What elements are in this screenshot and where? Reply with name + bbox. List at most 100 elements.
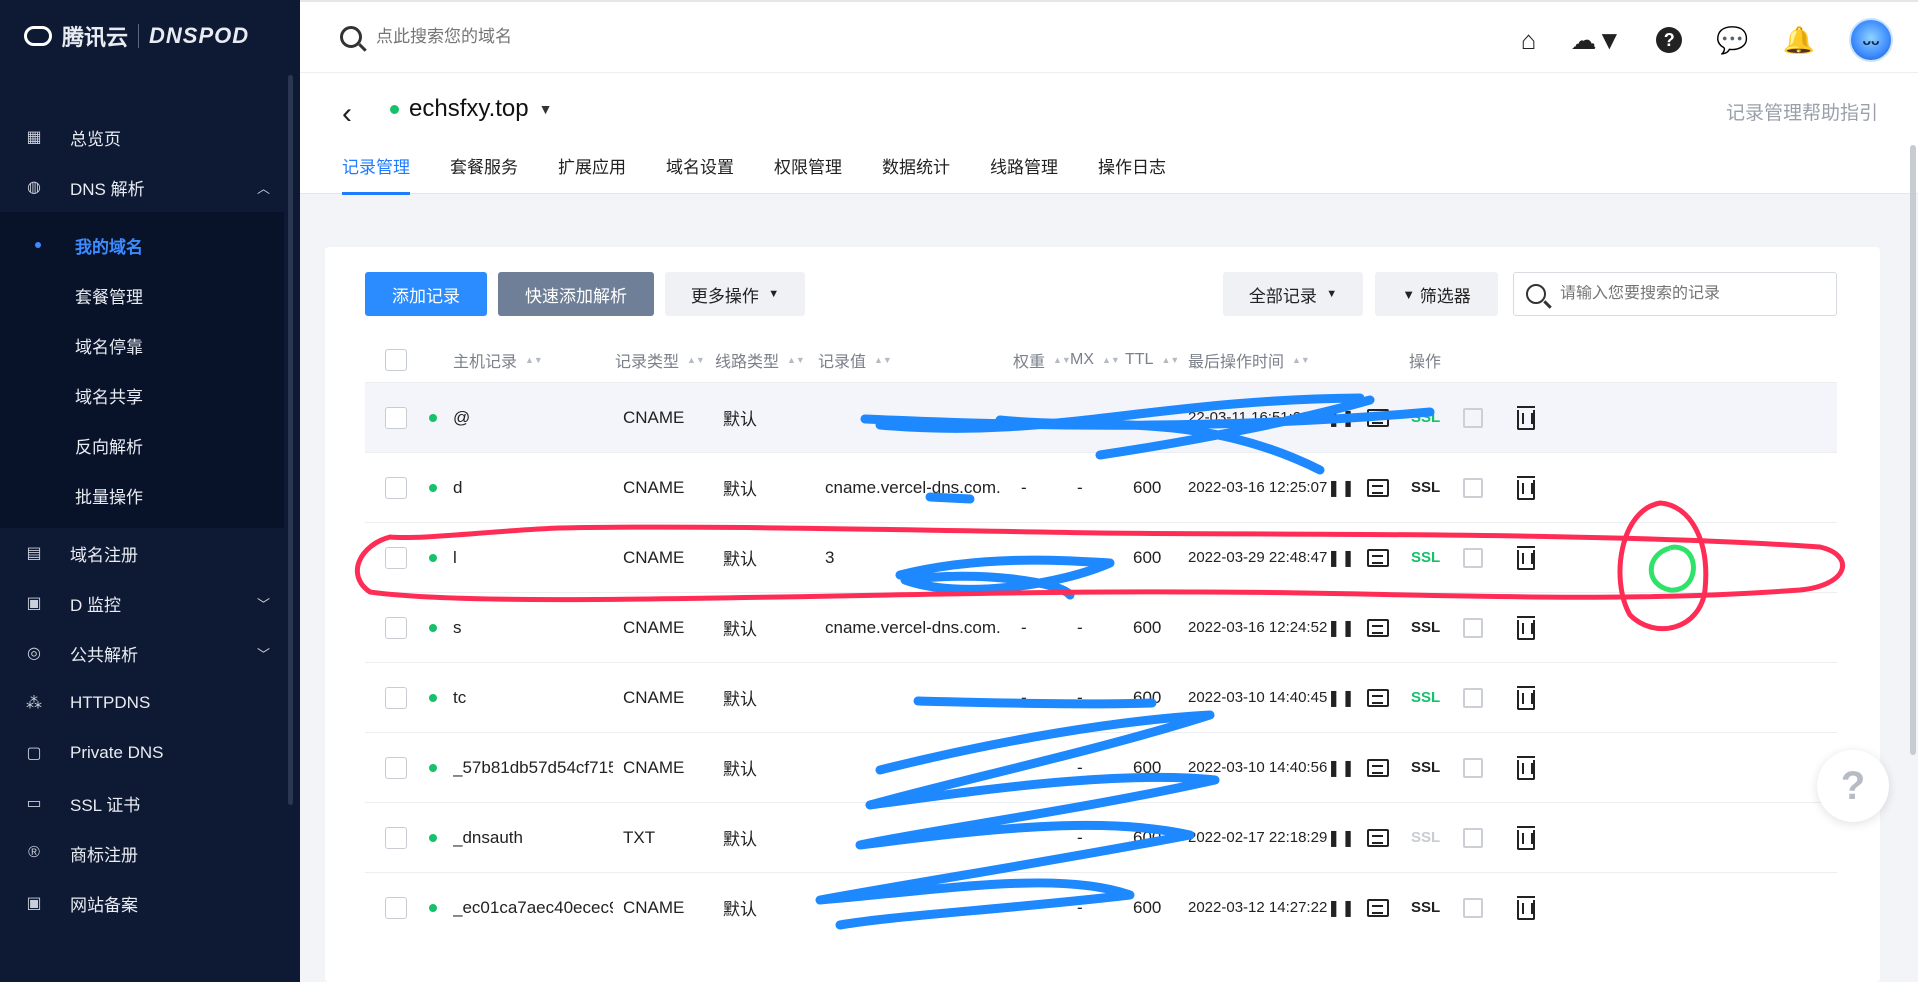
- row-checkbox[interactable]: [385, 896, 407, 919]
- wechat-icon[interactable]: 💬: [1716, 25, 1748, 56]
- filter-button[interactable]: ▼ 筛选器: [1375, 272, 1498, 316]
- monitor-icon[interactable]: [1367, 828, 1389, 847]
- monitor-icon[interactable]: [1367, 408, 1389, 427]
- tab[interactable]: 套餐服务: [450, 153, 518, 195]
- pause-icon[interactable]: ❚❚: [1327, 688, 1356, 708]
- ssl-button[interactable]: SSL: [1411, 619, 1440, 636]
- add-record-button[interactable]: 添加记录: [365, 272, 487, 316]
- sidebar-subitem[interactable]: 域名停靠: [0, 320, 284, 370]
- sidebar-subitem[interactable]: 批量操作: [0, 470, 284, 520]
- pause-icon[interactable]: ❚❚: [1327, 548, 1356, 568]
- sidebar-item[interactable]: ® 商标注册: [0, 828, 300, 878]
- ssl-button[interactable]: SSL: [1411, 829, 1440, 846]
- table-row[interactable]: l CNAME 默认 3 - - 600 2022-03-29 22:48:47 ❚❚ SSL: [365, 522, 1837, 592]
- sidebar-item[interactable]: ▦ 总览页: [0, 112, 300, 162]
- trash-icon[interactable]: [1517, 895, 1535, 920]
- monitor-icon[interactable]: [1367, 758, 1389, 777]
- header-mx[interactable]: MX ▲▼: [1070, 337, 1120, 382]
- ssl-button[interactable]: SSL: [1411, 759, 1440, 776]
- ssl-button[interactable]: SSL: [1411, 549, 1440, 566]
- edit-note-icon[interactable]: [1463, 617, 1483, 638]
- row-checkbox[interactable]: [385, 546, 407, 569]
- tab[interactable]: 权限管理: [774, 153, 842, 195]
- header-host[interactable]: 主机记录 ▲▼: [453, 337, 543, 382]
- select-all-checkbox[interactable]: [385, 348, 407, 371]
- sidebar-subitem[interactable]: 反向解析: [0, 420, 284, 470]
- monitor-icon[interactable]: [1367, 618, 1389, 637]
- tab[interactable]: 扩展应用: [558, 153, 626, 195]
- page-scrollbar[interactable]: [1910, 145, 1916, 755]
- cloud-menu-icon[interactable]: ☁ ▼: [1571, 25, 1623, 56]
- edit-note-icon[interactable]: [1463, 827, 1483, 848]
- ssl-button[interactable]: SSL: [1411, 409, 1440, 426]
- header-line[interactable]: 线路类型 ▲▼: [715, 337, 805, 382]
- tab[interactable]: 线路管理: [990, 153, 1058, 195]
- sidebar-subitem[interactable]: 我的域名: [0, 220, 284, 270]
- sidebar-item[interactable]: ⁂ HTTPDNS: [0, 678, 300, 728]
- logo[interactable]: 腾讯云 DNSPOD: [0, 0, 300, 72]
- back-icon[interactable]: ‹: [342, 97, 352, 131]
- quick-add-button[interactable]: 快速添加解析: [498, 272, 654, 316]
- record-search[interactable]: [1513, 272, 1837, 316]
- edit-note-icon[interactable]: [1463, 477, 1483, 498]
- sidebar-item[interactable]: ◍ DNS 解析 ︿: [0, 162, 300, 212]
- table-row[interactable]: tc CNAME 默认 - - 600 2022-03-10 14:40:45 ❚❚ SSL: [365, 662, 1837, 732]
- edit-note-icon[interactable]: [1463, 407, 1483, 428]
- pause-icon[interactable]: ❚❚: [1327, 618, 1356, 638]
- header-type[interactable]: 记录类型 ▲▼: [615, 337, 705, 382]
- trash-icon[interactable]: [1517, 615, 1535, 640]
- table-row[interactable]: d CNAME 默认 cname.vercel-dns.com. - -600 2022-0…: [365, 452, 1837, 522]
- edit-note-icon[interactable]: [1463, 687, 1483, 708]
- sidebar-subitem[interactable]: 域名共享: [0, 370, 284, 420]
- monitor-icon[interactable]: [1367, 898, 1389, 917]
- ssl-button[interactable]: SSL: [1411, 689, 1440, 706]
- trash-icon[interactable]: [1517, 755, 1535, 780]
- monitor-icon[interactable]: [1367, 478, 1389, 497]
- pause-icon[interactable]: ❚❚: [1327, 408, 1356, 428]
- domain-search-input[interactable]: [376, 27, 776, 47]
- sidebar-scrollbar[interactable]: [288, 75, 293, 805]
- sidebar-item[interactable]: ▤ 域名注册: [0, 528, 300, 578]
- row-checkbox[interactable]: [385, 476, 407, 499]
- sidebar-item[interactable]: ▣ 网站备案: [0, 878, 300, 928]
- sidebar-item[interactable]: ▭ SSL 证书: [0, 778, 300, 828]
- all-records-dropdown[interactable]: 全部记录 ▼: [1223, 272, 1363, 316]
- row-checkbox[interactable]: [385, 756, 407, 779]
- row-checkbox[interactable]: [385, 406, 407, 429]
- floating-help-button[interactable]: ?: [1817, 750, 1889, 822]
- table-row[interactable]: _57b81db57d54cf715… CNAME 默认 - - 600 2022-03-1…: [365, 732, 1837, 802]
- trash-icon[interactable]: [1517, 405, 1535, 430]
- pause-icon[interactable]: ❚❚: [1327, 898, 1356, 918]
- header-time[interactable]: 最后操作时间 ▲▼: [1188, 337, 1310, 382]
- trash-icon[interactable]: [1517, 545, 1535, 570]
- help-guide-link[interactable]: 记录管理帮助指引: [1726, 98, 1878, 125]
- trash-icon[interactable]: [1517, 685, 1535, 710]
- trash-icon[interactable]: [1517, 475, 1535, 500]
- edit-note-icon[interactable]: [1463, 547, 1483, 568]
- help-icon[interactable]: ?: [1656, 27, 1683, 53]
- sidebar-item[interactable]: ▣ D 监控 ﹀: [0, 578, 300, 628]
- pause-icon[interactable]: ❚❚: [1327, 758, 1356, 778]
- monitor-icon[interactable]: [1367, 548, 1389, 567]
- tab[interactable]: 记录管理: [342, 153, 410, 195]
- tab[interactable]: 操作日志: [1098, 153, 1166, 195]
- edit-note-icon[interactable]: [1463, 757, 1483, 778]
- tab[interactable]: 域名设置: [666, 153, 734, 195]
- monitor-icon[interactable]: [1367, 688, 1389, 707]
- row-checkbox[interactable]: [385, 616, 407, 639]
- table-row[interactable]: _dnsauth TXT 默认 - 600 2022-02-17 22:18:29 ❚❚ SS…: [365, 802, 1837, 872]
- sidebar-item[interactable]: ▢ Private DNS: [0, 728, 300, 778]
- header-ttl[interactable]: TTL ▲▼: [1125, 337, 1179, 382]
- table-row[interactable]: s CNAME 默认 cname.vercel-dns.com. - -600 2022-0…: [365, 592, 1837, 662]
- pause-icon[interactable]: ❚❚: [1327, 478, 1356, 498]
- domain-selector[interactable]: echsfxy.top ▼: [390, 95, 552, 123]
- record-search-input[interactable]: [1560, 285, 1820, 303]
- avatar[interactable]: ᴗᴗ: [1849, 18, 1893, 62]
- more-actions-button[interactable]: 更多操作 ▼: [665, 272, 805, 316]
- ssl-button[interactable]: SSL: [1411, 899, 1440, 916]
- trash-icon[interactable]: [1517, 825, 1535, 850]
- table-row[interactable]: @ CNAME 默认 22-03-11 16:51:20 ❚❚ SSL: [365, 382, 1837, 452]
- row-checkbox[interactable]: [385, 686, 407, 709]
- header-weight[interactable]: 权重 ▲▼: [1013, 337, 1071, 382]
- pause-icon[interactable]: ❚❚: [1327, 828, 1356, 848]
